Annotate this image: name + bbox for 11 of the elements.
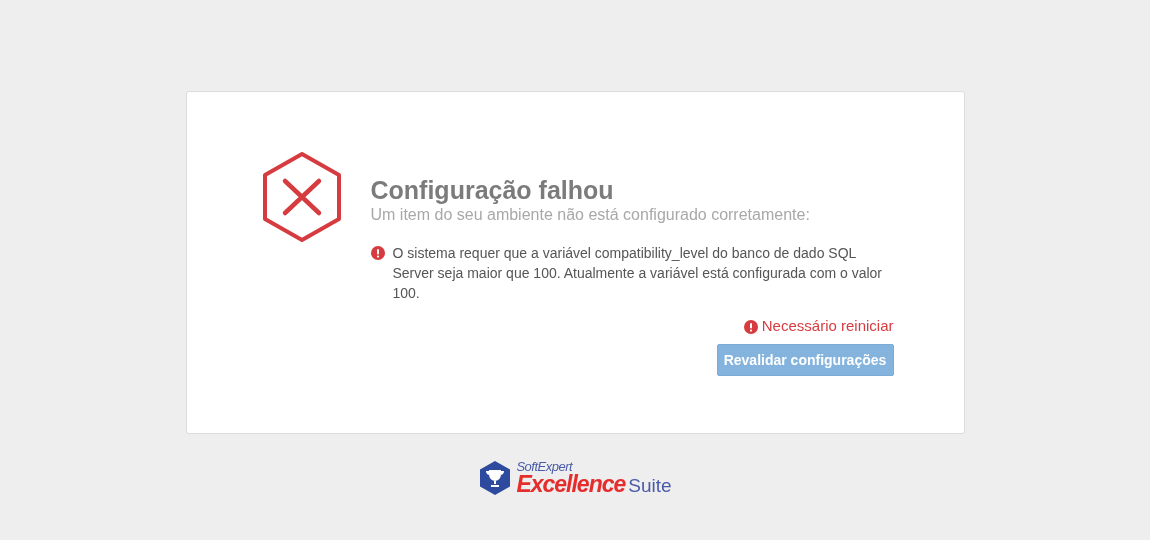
warning-icon xyxy=(743,320,758,334)
product-name: Excellence xyxy=(516,473,626,496)
page-title: Configuração falhou xyxy=(370,175,615,205)
subtitle: Um item do seu ambiente não está configurado corretamente: xyxy=(370,205,811,225)
error-icon xyxy=(370,246,385,260)
brand-name: SoftExpert xyxy=(516,460,573,473)
error-message: O sistema requer que a variável compatibility_level do banco de dado SQL Server seja maior que 100. Atualmente a variável está configurada com o valor 100. xyxy=(392,244,883,303)
product-suffix: Suite xyxy=(628,476,672,495)
trophy-hexagon-icon xyxy=(478,460,513,496)
error-hexagon-icon xyxy=(260,151,343,243)
restart-notice: Necessário reiniciar xyxy=(761,317,894,334)
